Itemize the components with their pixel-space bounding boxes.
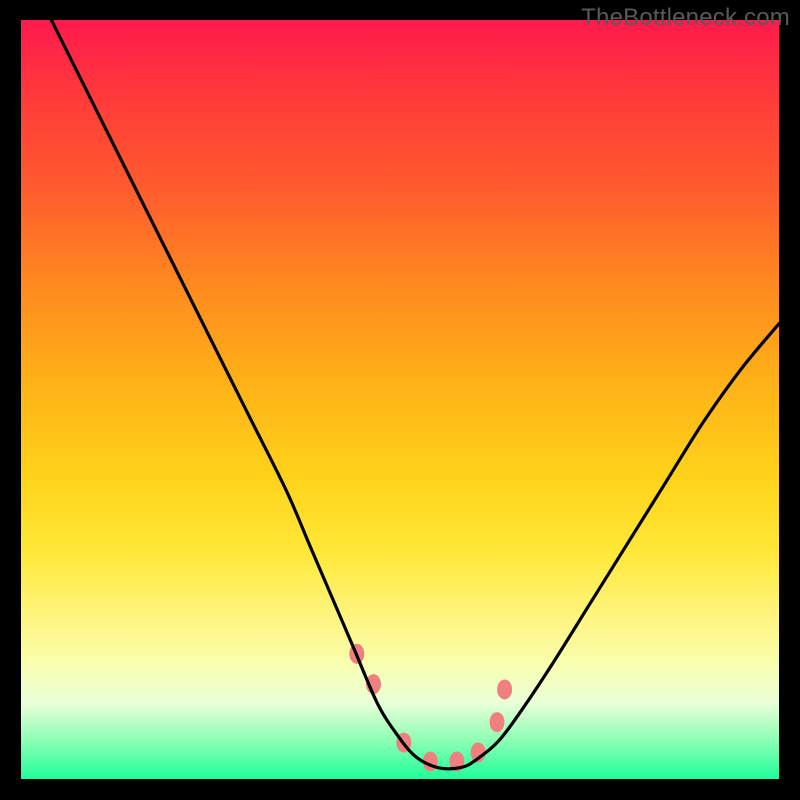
watermark-text: TheBottleneck.com: [581, 4, 790, 32]
marker-point: [497, 679, 512, 699]
chart-frame: TheBottleneck.com: [0, 0, 800, 800]
chart-svg: [21, 20, 779, 779]
bottleneck-curve-path: [51, 20, 779, 769]
marker-point: [490, 712, 505, 732]
